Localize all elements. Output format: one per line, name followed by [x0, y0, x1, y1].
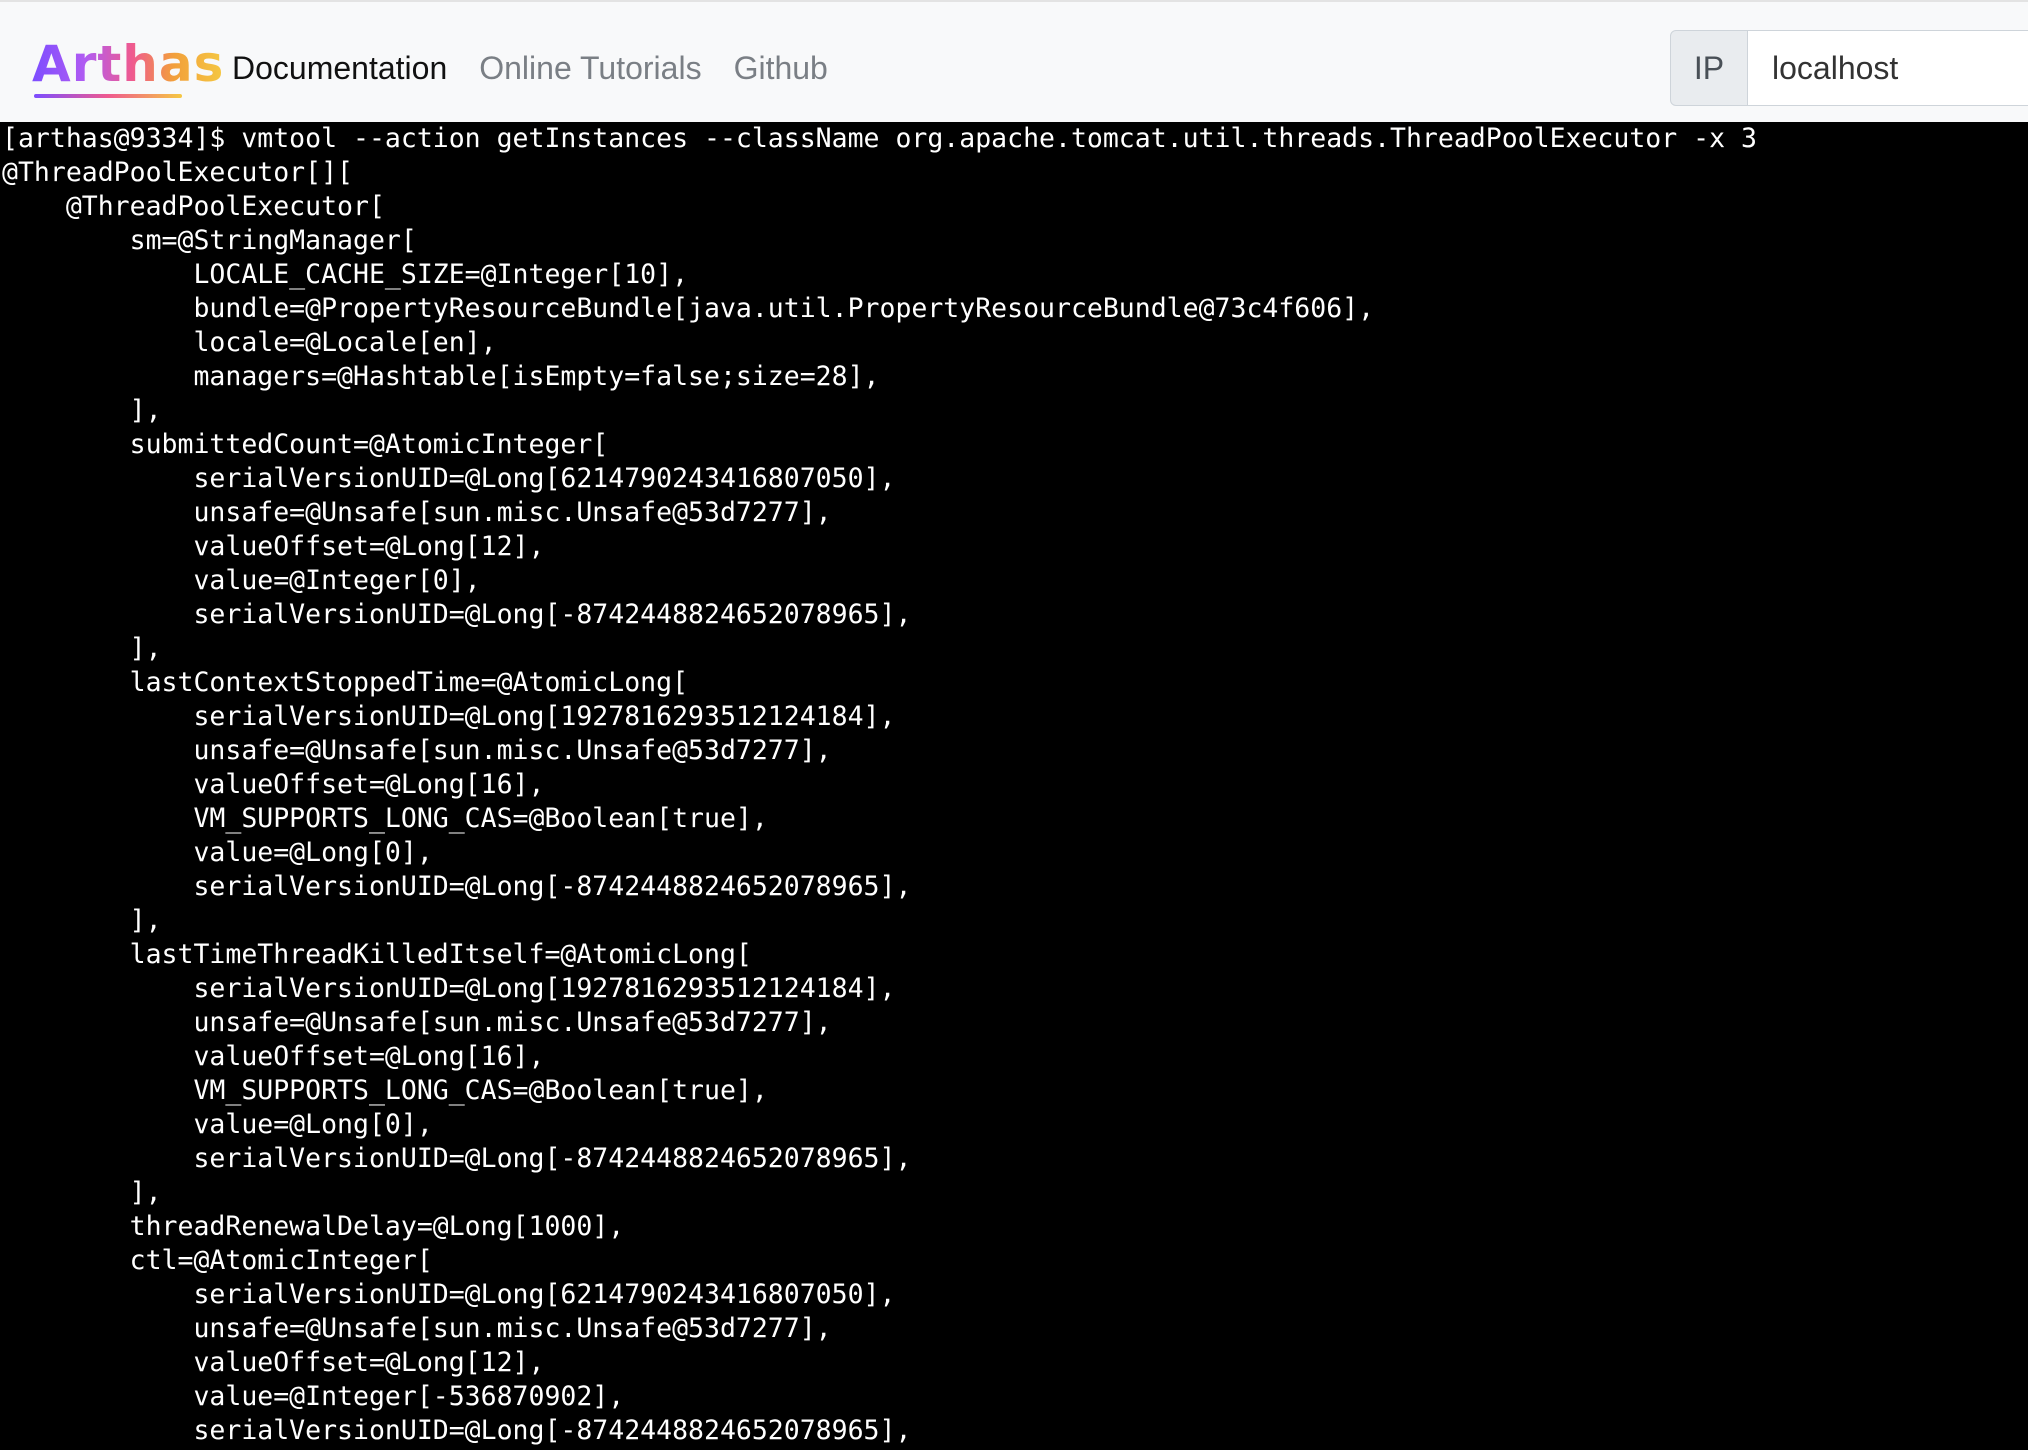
terminal-line: serialVersionUID=@Long[-8742448824652078… — [2, 1143, 912, 1174]
terminal-line: managers=@Hashtable[isEmpty=false;size=2… — [2, 361, 880, 392]
terminal-line: value=@Integer[-536870902], — [2, 1381, 625, 1412]
terminal-line: unsafe=@Unsafe[sun.misc.Unsafe@53d7277], — [2, 1007, 832, 1038]
terminal-line: valueOffset=@Long[12], — [2, 531, 545, 562]
terminal-line: bundle=@PropertyResourceBundle[java.util… — [2, 293, 1375, 324]
terminal-line: serialVersionUID=@Long[19278162935121241… — [2, 973, 896, 1004]
terminal-line: serialVersionUID=@Long[-8742448824652078… — [2, 1415, 912, 1446]
terminal-line: submittedCount=@AtomicInteger[ — [2, 429, 609, 460]
terminal-line: serialVersionUID=@Long[-8742448824652078… — [2, 599, 912, 630]
terminal-line: VM_SUPPORTS_LONG_CAS=@Boolean[true], — [2, 1075, 768, 1106]
nav-link-documentation[interactable]: Documentation — [232, 46, 447, 90]
terminal-line: serialVersionUID=@Long[62147902434168070… — [2, 463, 896, 494]
terminal-output[interactable]: [arthas@9334]$ vmtool --action getInstan… — [0, 122, 2028, 1450]
terminal-line: @ThreadPoolExecutor[ — [2, 191, 385, 222]
terminal-line: ctl=@AtomicInteger[ — [2, 1245, 433, 1276]
terminal-line: LOCALE_CACHE_SIZE=@Integer[10], — [2, 259, 689, 290]
terminal-line: serialVersionUID=@Long[19278162935121241… — [2, 701, 896, 732]
terminal-line: ], — [2, 905, 162, 936]
nav-links: Documentation Online Tutorials Github — [232, 46, 828, 90]
terminal-line: valueOffset=@Long[16], — [2, 1041, 545, 1072]
terminal-line: [arthas@9334]$ vmtool --action getInstan… — [2, 123, 1757, 154]
nav-link-github[interactable]: Github — [734, 46, 828, 90]
ip-input[interactable] — [1748, 30, 2028, 106]
terminal-line: sm=@StringManager[ — [2, 225, 417, 256]
ip-label: IP — [1670, 30, 1748, 106]
terminal-line: value=@Long[0], — [2, 1109, 433, 1140]
terminal-line: unsafe=@Unsafe[sun.misc.Unsafe@53d7277], — [2, 497, 832, 528]
nav-link-online-tutorials[interactable]: Online Tutorials — [479, 46, 701, 90]
terminal-line: value=@Long[0], — [2, 837, 433, 868]
terminal-line: serialVersionUID=@Long[-8742448824652078… — [2, 871, 912, 902]
terminal-line: lastContextStoppedTime=@AtomicLong[ — [2, 667, 689, 698]
terminal-line: unsafe=@Unsafe[sun.misc.Unsafe@53d7277], — [2, 735, 832, 766]
terminal-line: ], — [2, 1177, 162, 1208]
terminal-line: unsafe=@Unsafe[sun.misc.Unsafe@53d7277], — [2, 1313, 832, 1344]
terminal-line: serialVersionUID=@Long[62147902434168070… — [2, 1279, 896, 1310]
terminal-line: threadRenewalDelay=@Long[1000], — [2, 1211, 625, 1242]
top-navbar: Arthas Documentation Online Tutorials Gi… — [0, 0, 2028, 122]
terminal-line: value=@Integer[0], — [2, 565, 481, 596]
ip-input-group: IP — [1670, 30, 2028, 106]
terminal-line: ], — [2, 633, 162, 664]
terminal-line: valueOffset=@Long[16], — [2, 769, 545, 800]
arthas-logo[interactable]: Arthas — [32, 34, 224, 98]
terminal-line: ], — [2, 395, 162, 426]
terminal-line: VM_SUPPORTS_LONG_CAS=@Boolean[true], — [2, 803, 768, 834]
terminal-line: locale=@Locale[en], — [2, 327, 497, 358]
terminal-line: lastTimeThreadKilledItself=@AtomicLong[ — [2, 939, 752, 970]
terminal-line: valueOffset=@Long[12], — [2, 1347, 545, 1378]
terminal-line: @ThreadPoolExecutor[][ — [2, 157, 353, 188]
logo-underline — [34, 94, 182, 98]
